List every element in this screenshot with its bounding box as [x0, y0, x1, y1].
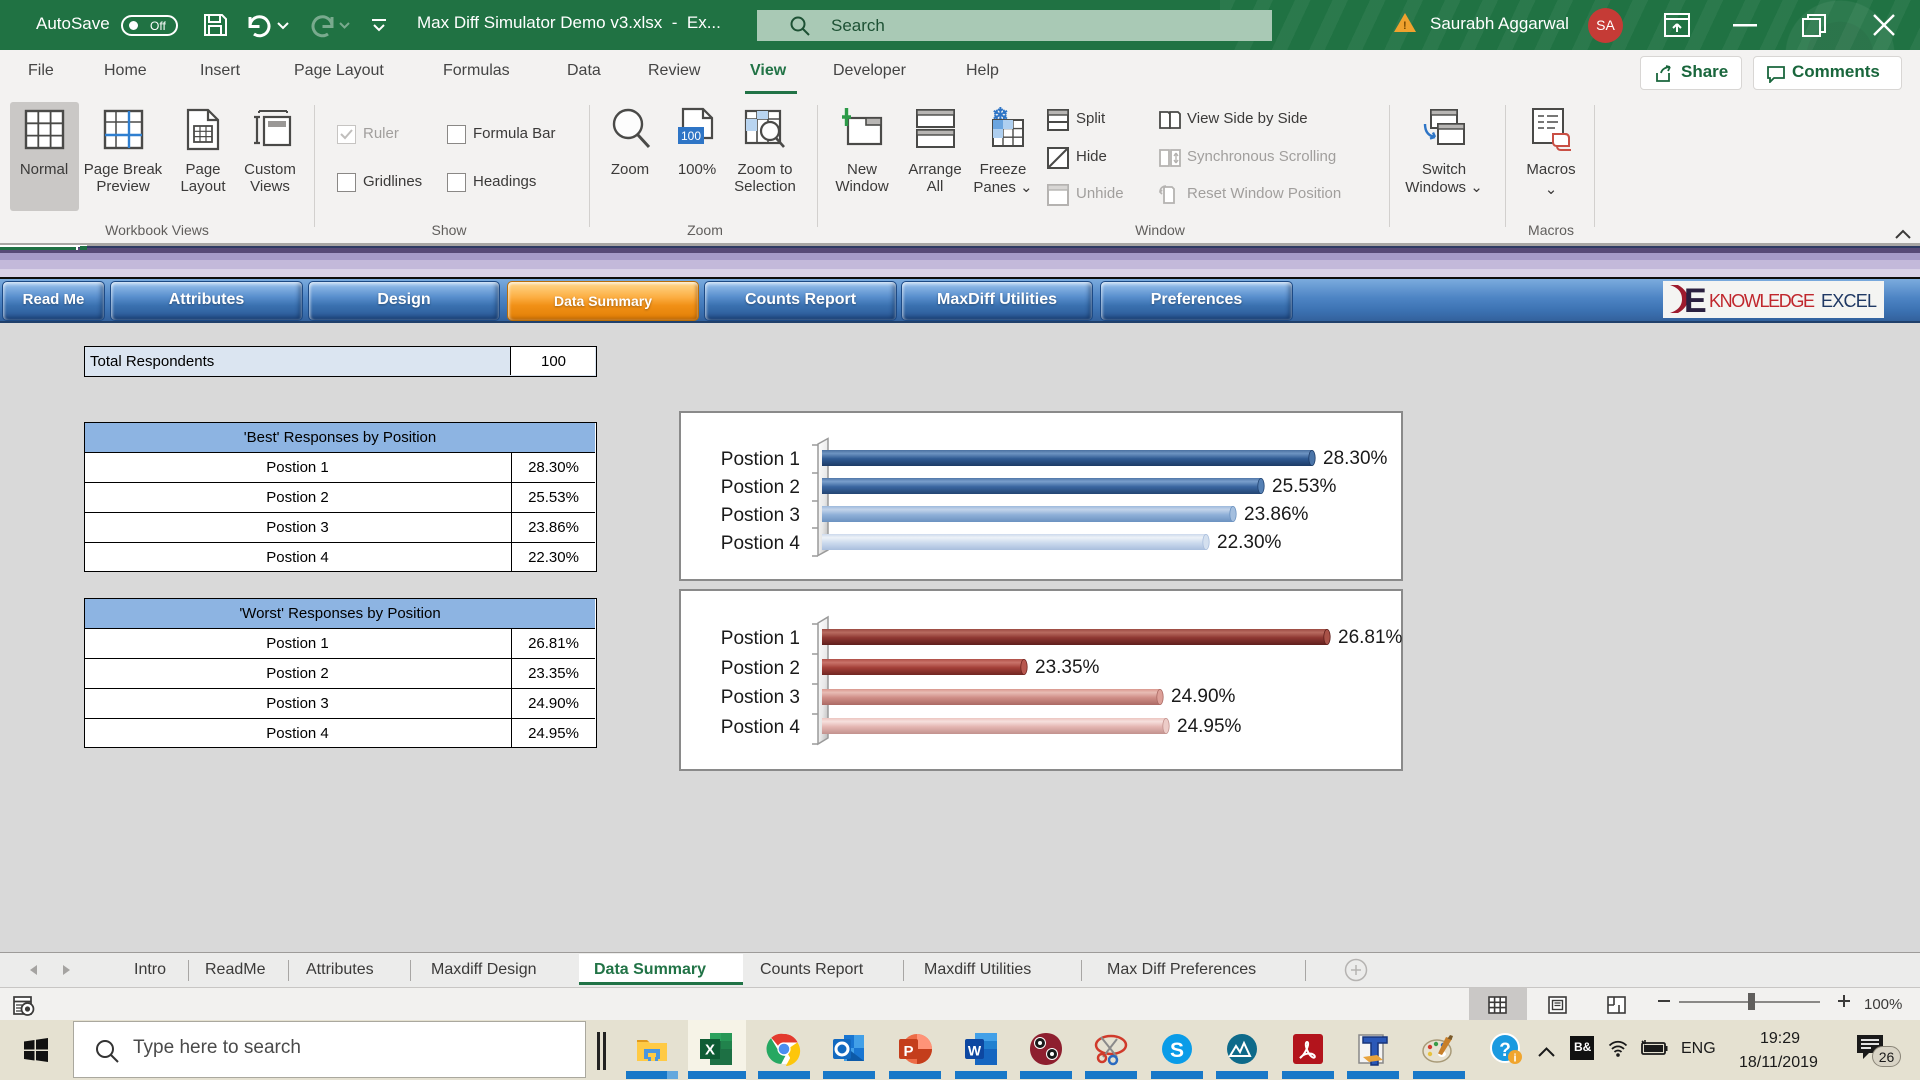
svg-text:Postion 4: Postion 4	[721, 717, 801, 738]
svg-text:P: P	[903, 1043, 913, 1060]
svg-text:E: E	[1684, 282, 1707, 318]
svg-text:Postion 3: Postion 3	[721, 505, 800, 526]
svg-text:100: 100	[681, 129, 701, 143]
svg-text:23.86%: 23.86%	[1244, 504, 1309, 525]
svg-text:25.53%: 25.53%	[1272, 476, 1337, 497]
svg-text:EXCEL: EXCEL	[1821, 291, 1877, 311]
svg-text:Postion 2: Postion 2	[721, 658, 800, 679]
svg-text:24.90%: 24.90%	[1171, 686, 1236, 707]
svg-text:KNOWLEDGE: KNOWLEDGE	[1709, 291, 1815, 311]
svg-text:Postion 4: Postion 4	[721, 533, 801, 554]
svg-text:W: W	[968, 1043, 982, 1059]
svg-text:Postion 2: Postion 2	[721, 477, 800, 498]
svg-text:28.30%: 28.30%	[1323, 448, 1388, 469]
svg-text:S: S	[1170, 1039, 1184, 1062]
svg-text:26.81%: 26.81%	[1338, 627, 1403, 648]
svg-text:i: i	[1513, 1053, 1516, 1065]
svg-text:Postion 1: Postion 1	[721, 449, 800, 470]
svg-text:Postion 3: Postion 3	[721, 687, 800, 708]
svg-text:23.35%: 23.35%	[1035, 657, 1100, 678]
svg-text:22.30%: 22.30%	[1217, 532, 1282, 553]
svg-text:Postion 1: Postion 1	[721, 628, 800, 649]
svg-text:X: X	[705, 1042, 715, 1059]
svg-text:24.95%: 24.95%	[1177, 716, 1242, 737]
